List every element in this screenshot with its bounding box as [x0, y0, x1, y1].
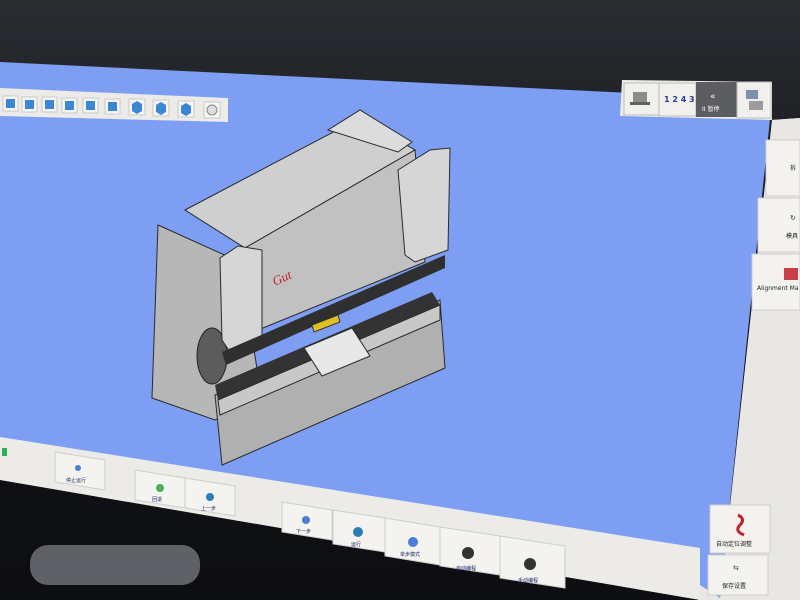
view-left-icon[interactable] — [41, 96, 58, 113]
toolbar-button-4-label: 下一步 — [296, 529, 311, 535]
monitor-stand — [30, 545, 200, 585]
side-button-alignment-label: Alignment Ma — [757, 285, 799, 292]
tool-library-button[interactable] — [736, 81, 772, 119]
toolbar-button-6-label: 单步模式 — [400, 551, 420, 558]
side-button-alignment[interactable]: Alignment Ma — [751, 253, 800, 311]
alignment-icon — [784, 268, 798, 280]
toolbar-button-1-label: 停止运行 — [66, 477, 86, 484]
manual-program-icon — [524, 558, 536, 570]
view-top-icon[interactable] — [82, 97, 99, 114]
step-mode-icon — [408, 537, 418, 547]
side-button-save-settings-label: 保存设置 — [722, 582, 746, 590]
toolbar-button-5[interactable]: 运行 — [332, 509, 386, 553]
toolbar-button-7[interactable]: 自动编程 — [439, 526, 501, 576]
view-front-icon[interactable] — [2, 95, 19, 112]
previous-icon — [206, 493, 214, 501]
side-button-auto-positioning-label: 自动定位调整 — [716, 540, 752, 548]
view-reset-icon[interactable] — [203, 101, 221, 119]
view-right-icon[interactable] — [61, 97, 78, 114]
back-icon — [156, 484, 164, 492]
top-right-toolbar: 1 2 4 3 « II 暂停 — [620, 80, 772, 120]
pause-button[interactable]: « II 暂停 — [696, 82, 737, 117]
save-settings-icon: ⇆ — [733, 564, 739, 572]
side-button-bend-label: 拆 — [790, 164, 796, 172]
status-indicator — [2, 448, 7, 456]
chevron-up-icon: « — [710, 92, 716, 102]
machine-settings-button[interactable] — [623, 82, 660, 116]
toolbar-button-3-label: 上一步 — [201, 505, 216, 512]
cad-application-screen: 1 2 4 3 « II 暂停 拆 ↻ 模具 Alignment Ma 自动定位… — [0, 62, 800, 600]
side-button-tooling[interactable]: ↻ 模具 — [757, 197, 800, 253]
right-cylinder-housing — [397, 147, 451, 263]
sequence-numbers: 1 2 4 3 — [664, 95, 695, 104]
toolbar-button-2-label: 回退 — [152, 496, 162, 503]
next-icon — [302, 516, 310, 524]
run-icon — [353, 527, 363, 537]
side-button-auto-positioning[interactable]: 自动定位调整 — [709, 504, 771, 554]
left-cylinder-housing — [219, 245, 263, 353]
side-button-save-settings[interactable]: ⇆ 保存设置 — [707, 554, 769, 596]
stop-icon — [75, 465, 81, 471]
view-iso-1-icon[interactable] — [128, 98, 146, 116]
toolbar-button-8-label: 手动编程 — [518, 577, 538, 584]
auto-program-icon — [462, 547, 474, 559]
view-iso-3-icon[interactable] — [177, 100, 195, 118]
view-back-icon[interactable] — [21, 96, 38, 113]
side-button-tooling-label: 模具 — [786, 232, 798, 240]
sequence-order-button[interactable]: 1 2 4 3 — [658, 82, 697, 117]
view-bottom-icon[interactable] — [104, 98, 121, 115]
pause-label: II 暂停 — [702, 105, 719, 113]
side-button-bend[interactable]: 拆 — [765, 139, 800, 197]
view-iso-2-icon[interactable] — [152, 99, 170, 117]
toolbar-button-5-label: 运行 — [351, 541, 361, 548]
toolbar-button-7-label: 自动编程 — [456, 565, 476, 572]
tooling-icon-mark: ↻ — [790, 214, 796, 222]
